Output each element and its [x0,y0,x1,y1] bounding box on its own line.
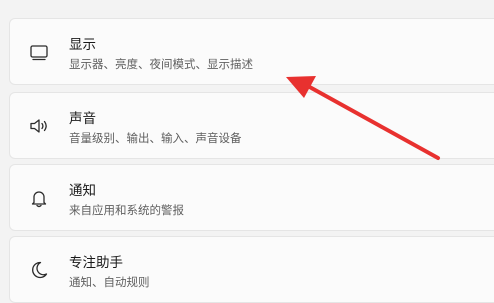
speaker-icon [28,115,50,137]
settings-item-title: 声音 [69,111,96,127]
settings-item-display[interactable]: 显示 显示器、亮度、夜间模式、显示描述 [9,18,494,85]
settings-item-subtitle: 通知、自动规则 [69,275,150,289]
settings-item-subtitle: 显示器、亮度、夜间模式、显示描述 [69,57,253,71]
settings-item-sound[interactable]: 声音 音量级别、输出、输入、声音设备 [9,92,494,159]
settings-item-focus-assist[interactable]: 专注助手 通知、自动规则 [9,236,494,303]
settings-item-subtitle: 来自应用和系统的警报 [69,203,184,217]
settings-item-title: 通知 [69,183,96,199]
settings-item-notifications[interactable]: 通知 来自应用和系统的警报 [9,164,494,231]
bell-icon [28,187,50,209]
display-icon [28,41,50,63]
settings-item-title: 显示 [69,37,96,53]
moon-icon [28,259,50,281]
settings-item-title: 专注助手 [69,255,123,271]
settings-item-subtitle: 音量级别、输出、输入、声音设备 [69,131,242,145]
